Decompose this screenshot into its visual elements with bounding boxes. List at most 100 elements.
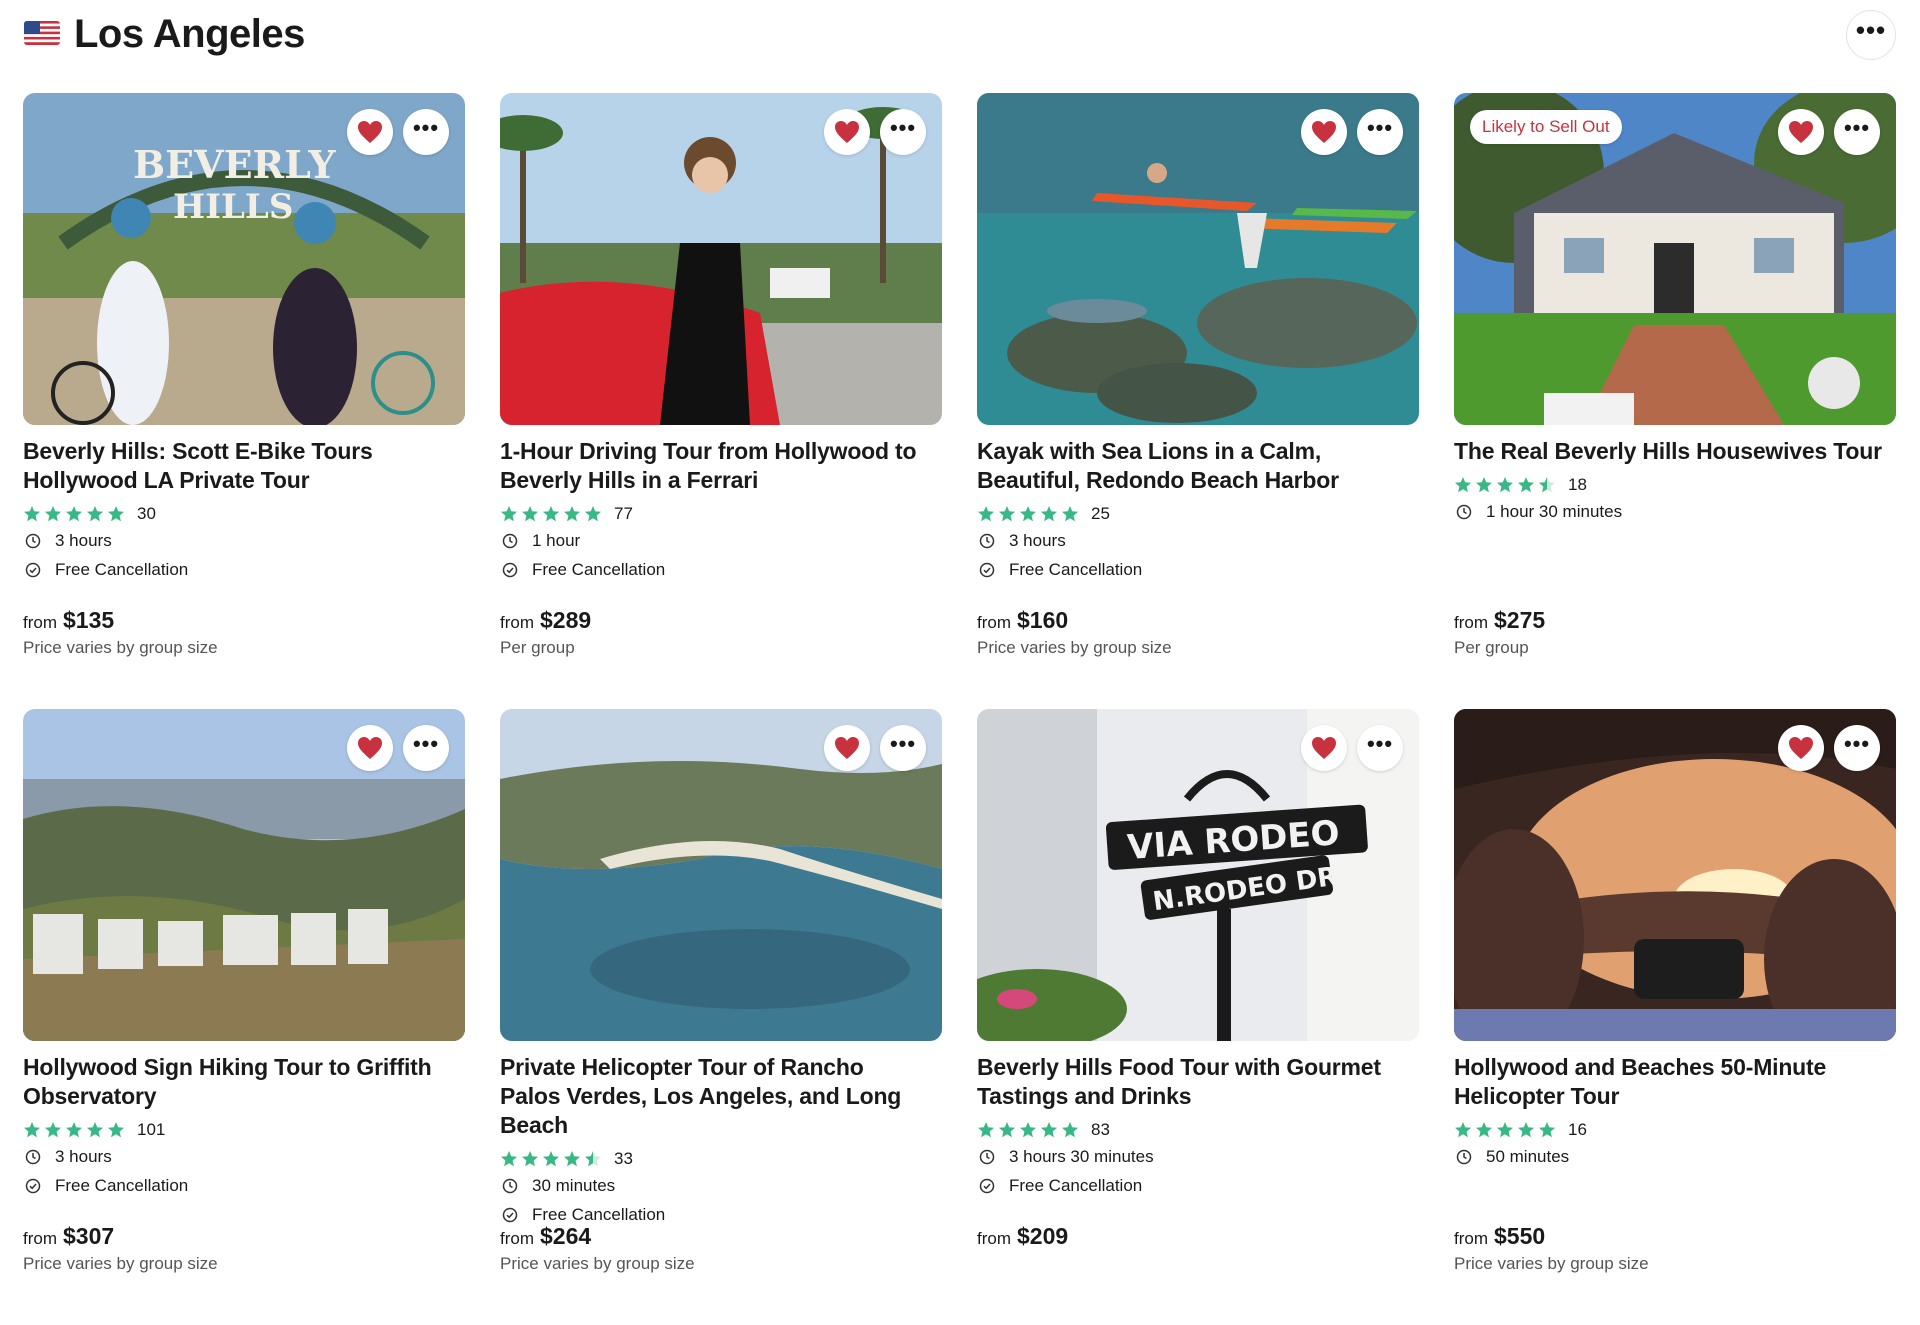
save-heart-button[interactable]	[824, 725, 870, 771]
tour-title[interactable]: Beverly Hills: Scott E-Bike Tours Hollyw…	[23, 437, 453, 495]
star-icon	[87, 506, 103, 522]
rating-row: 101	[23, 1119, 465, 1141]
cancellation-row: Free Cancellation	[977, 1172, 1419, 1199]
duration-text: 30 minutes	[532, 1175, 616, 1195]
card-more-button[interactable]: •••	[1834, 109, 1880, 155]
tour-image[interactable]: •••	[500, 709, 942, 1041]
tour-title[interactable]: Kayak with Sea Lions in a Calm, Beautifu…	[977, 437, 1407, 495]
review-count: 30	[137, 504, 156, 523]
star-icon	[1476, 477, 1492, 493]
svg-text:HILLS: HILLS	[173, 187, 293, 227]
duration-text: 3 hours	[1009, 530, 1066, 550]
ferrari-tour-photo	[500, 93, 942, 425]
helicopter-cockpit-photo	[1454, 709, 1896, 1041]
price-row: from $160	[977, 607, 1068, 634]
star-icon	[1041, 1122, 1057, 1138]
price-row: from $275	[1454, 607, 1545, 634]
star-icon	[1455, 477, 1471, 493]
star-icon	[66, 506, 82, 522]
star-rating	[500, 1150, 602, 1168]
star-icon	[564, 1151, 580, 1167]
save-heart-button[interactable]	[1301, 725, 1347, 771]
price-row: from $550	[1454, 1223, 1545, 1250]
rating-row: 83	[977, 1119, 1419, 1141]
tour-image[interactable]: VIA RODEO N.RODEO DR •••	[977, 709, 1419, 1041]
tour-card[interactable]: ••• Kayak with Sea Lions in a Calm, Beau…	[977, 93, 1419, 709]
tour-title[interactable]: The Real Beverly Hills Housewives Tour	[1454, 437, 1884, 466]
price-note: Price varies by group size	[1454, 1254, 1649, 1273]
star-icon	[564, 506, 580, 522]
price-from-label: from	[977, 613, 1011, 632]
price-note: Per group	[500, 638, 575, 657]
price-amount: $209	[1017, 1223, 1069, 1249]
duration-row: 3 hours	[977, 527, 1419, 554]
star-icon	[543, 1151, 559, 1167]
duration-text: 1 hour	[532, 530, 581, 550]
save-heart-button[interactable]	[1301, 109, 1347, 155]
tour-card[interactable]: ••• 1-Hour Driving Tour from Hollywood t…	[500, 93, 942, 709]
review-count: 101	[137, 1120, 166, 1139]
star-icon	[87, 1122, 103, 1138]
tour-image[interactable]: •••	[500, 93, 942, 425]
price-row: from $307	[23, 1223, 114, 1250]
check-circle-icon	[25, 1178, 41, 1193]
card-more-button[interactable]: •••	[880, 725, 926, 771]
star-rating	[977, 1121, 1079, 1139]
card-more-button[interactable]: •••	[880, 109, 926, 155]
tour-image[interactable]: •••	[1454, 709, 1896, 1041]
heart-icon	[1789, 737, 1813, 759]
tour-image[interactable]: BEVERLY HILLS •••	[23, 93, 465, 425]
tour-image[interactable]: •••	[977, 93, 1419, 425]
save-heart-button[interactable]	[347, 109, 393, 155]
card-more-button[interactable]: •••	[1357, 725, 1403, 771]
star-icon	[978, 1122, 994, 1138]
price-amount: $289	[540, 607, 592, 633]
card-more-button[interactable]: •••	[403, 725, 449, 771]
tour-title[interactable]: Hollywood and Beaches 50-Minute Helicopt…	[1454, 1053, 1884, 1111]
star-icon	[1062, 1122, 1078, 1138]
tour-image[interactable]: •••	[23, 709, 465, 1041]
heart-icon	[358, 121, 382, 143]
save-heart-button[interactable]	[1778, 109, 1824, 155]
tour-card[interactable]: ••• Hollywood and Beaches 50-Minute Heli…	[1454, 709, 1896, 1325]
save-heart-button[interactable]	[824, 109, 870, 155]
tour-card[interactable]: ••• Private Helicopter Tour of Rancho Pa…	[500, 709, 942, 1325]
card-more-button[interactable]: •••	[1357, 109, 1403, 155]
star-rating	[500, 505, 602, 523]
review-count: 25	[1091, 504, 1110, 523]
cancellation-text: Free Cancellation	[55, 559, 189, 579]
price-amount: $264	[540, 1223, 592, 1249]
tour-card[interactable]: BEVERLY HILLS ••• Beverly Hills: Scott E…	[23, 93, 465, 709]
clock-icon	[979, 1149, 995, 1164]
price-amount: $135	[63, 607, 115, 633]
duration-row: 1 hour 30 minutes	[1454, 498, 1896, 525]
duration-row: 50 minutes	[1454, 1143, 1896, 1170]
tour-title[interactable]: Private Helicopter Tour of Rancho Palos …	[500, 1053, 930, 1140]
tour-title[interactable]: Beverly Hills Food Tour with Gourmet Tas…	[977, 1053, 1407, 1111]
tour-image[interactable]: Likely to Sell Out •••	[1454, 93, 1896, 425]
tour-card[interactable]: ••• Hollywood Sign Hiking Tour to Griffi…	[23, 709, 465, 1325]
tour-title[interactable]: 1-Hour Driving Tour from Hollywood to Be…	[500, 437, 930, 495]
more-horizontal-icon: •••	[889, 115, 917, 140]
rating-row: 33	[500, 1148, 942, 1170]
star-icon	[1041, 506, 1057, 522]
star-icon	[1497, 477, 1513, 493]
tour-card[interactable]: Likely to Sell Out ••• The Real Beverly …	[1454, 93, 1896, 709]
cancellation-row: Free Cancellation	[23, 1172, 465, 1199]
heart-icon	[1789, 121, 1813, 143]
star-icon	[999, 506, 1015, 522]
card-more-button[interactable]: •••	[403, 109, 449, 155]
palos-verdes-helicopter-photo	[500, 709, 942, 1041]
star-icon	[1497, 1122, 1513, 1138]
save-heart-button[interactable]	[1778, 725, 1824, 771]
more-horizontal-icon: •••	[1855, 15, 1887, 45]
price-from-label: from	[1454, 613, 1488, 632]
price-note: Price varies by group size	[23, 638, 218, 657]
page-more-button[interactable]: •••	[1846, 10, 1896, 60]
tour-card[interactable]: VIA RODEO N.RODEO DR ••• Beverly Hills F…	[977, 709, 1419, 1325]
clock-icon	[1456, 1149, 1472, 1164]
save-heart-button[interactable]	[347, 725, 393, 771]
card-more-button[interactable]: •••	[1834, 725, 1880, 771]
tour-title[interactable]: Hollywood Sign Hiking Tour to Griffith O…	[23, 1053, 453, 1111]
rating-row: 18	[1454, 474, 1896, 496]
